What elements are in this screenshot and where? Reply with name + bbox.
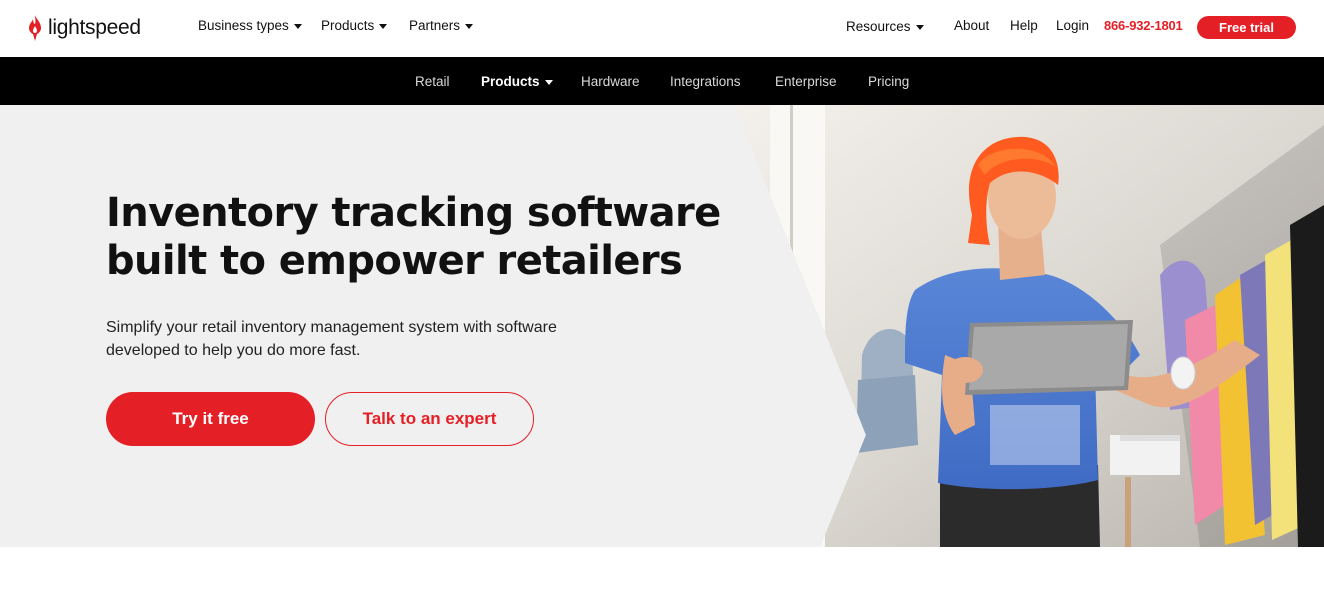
nav-products[interactable]: Products <box>321 18 388 33</box>
phone-link[interactable]: 866-932-1801 <box>1104 18 1183 33</box>
nav-partners[interactable]: Partners <box>409 18 474 33</box>
free-trial-button[interactable]: Free trial <box>1197 16 1296 39</box>
nav-business-types[interactable]: Business types <box>198 18 302 33</box>
subnav-enterprise[interactable]: Enterprise <box>775 74 837 89</box>
top-navigation: lightspeed Business types Products Partn… <box>0 0 1324 57</box>
subnav-hardware[interactable]: Hardware <box>581 74 640 89</box>
product-subnav: Retail Products Hardware Integrations En… <box>0 57 1324 105</box>
caret-down-icon <box>465 24 474 29</box>
lightspeed-logo[interactable]: lightspeed <box>26 13 141 43</box>
subnav-retail[interactable]: Retail <box>415 74 450 89</box>
hero-subtitle: Simplify your retail inventory managemen… <box>106 319 557 359</box>
nav-about[interactable]: About <box>954 18 989 33</box>
subnav-products[interactable]: Products <box>481 74 553 89</box>
nav-login-label: Login <box>1056 18 1090 33</box>
nav-help[interactable]: Help <box>1010 18 1038 33</box>
caret-down-icon <box>544 80 553 85</box>
nav-partners-label: Partners <box>409 18 461 33</box>
subnav-retail-label: Retail <box>415 74 450 89</box>
nav-business-types-label: Business types <box>198 18 289 33</box>
hero-title: Inventory tracking software built to emp… <box>106 190 721 284</box>
caret-down-icon <box>915 25 924 30</box>
subnav-products-label: Products <box>481 74 540 89</box>
try-it-free-button[interactable]: Try it free <box>106 392 315 446</box>
hero-section: Inventory tracking software built to emp… <box>0 105 1324 547</box>
flame-logo-icon <box>29 15 41 41</box>
subnav-pricing[interactable]: Pricing <box>868 74 909 89</box>
subnav-integrations[interactable]: Integrations <box>670 74 741 89</box>
subnav-pricing-label: Pricing <box>868 74 910 89</box>
nav-about-label: About <box>954 18 990 33</box>
nav-resources[interactable]: Resources <box>846 19 924 34</box>
nav-resources-label: Resources <box>846 19 911 34</box>
nav-help-label: Help <box>1010 18 1038 33</box>
caret-down-icon <box>379 24 388 29</box>
subnav-enterprise-label: Enterprise <box>775 74 837 89</box>
nav-login[interactable]: Login <box>1056 18 1089 33</box>
nav-products-label: Products <box>321 18 375 33</box>
brand-name: lightspeed <box>48 16 141 39</box>
subnav-hardware-label: Hardware <box>581 74 640 89</box>
subnav-integrations-label: Integrations <box>670 74 741 89</box>
caret-down-icon <box>293 24 302 29</box>
below-hero-area <box>0 547 1324 595</box>
talk-to-expert-button[interactable]: Talk to an expert <box>325 392 534 446</box>
